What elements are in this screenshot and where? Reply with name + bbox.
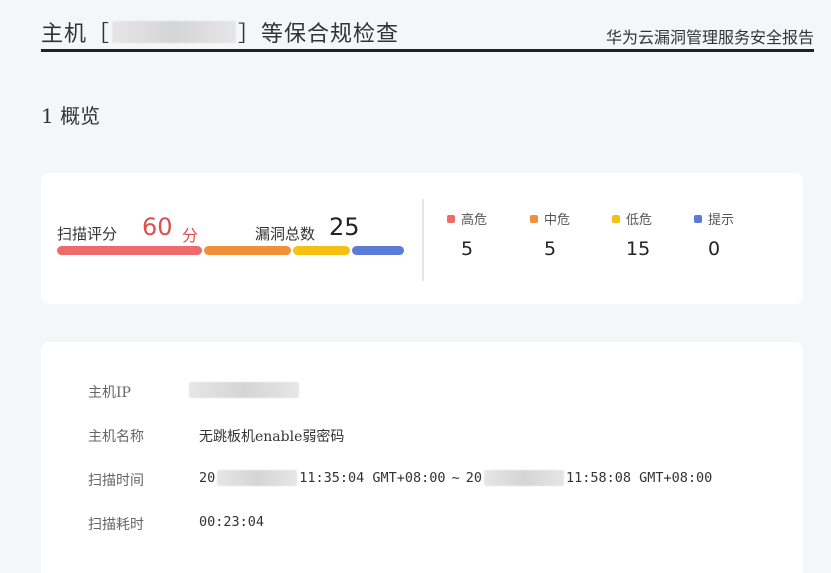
score-unit: 分 xyxy=(182,226,199,245)
level-high-label: 高危 xyxy=(461,213,488,228)
redacted-scan-start-date xyxy=(217,470,298,486)
title-suffix: ］等保合规检查 xyxy=(238,22,400,47)
level-medium: 中危 5 xyxy=(530,209,600,260)
severity-bar-yellow xyxy=(293,246,350,255)
severity-bar-red xyxy=(57,246,202,255)
severity-bar xyxy=(57,246,409,255)
level-info-count: 0 xyxy=(708,238,721,260)
redacted-host-name xyxy=(112,21,237,43)
report-title: 主机［ ］等保合规检查 xyxy=(41,16,399,48)
score-label: 扫描评分 xyxy=(57,225,118,243)
level-high: 高危 5 xyxy=(447,209,517,260)
summary-card: 扫描评分 60 分 漏洞总数 25 高危 5 中危 5 低危 15 提示 0 xyxy=(41,173,803,304)
info-dot-icon xyxy=(694,214,702,223)
host-info-card: 主机IP 主机名称 无跳板机enable弱密码 扫描时间 20 11:35:04… xyxy=(41,342,803,573)
scan-time-label: 扫描时间 xyxy=(88,473,144,489)
scan-duration-label: 扫描耗时 xyxy=(88,517,144,533)
low-dot-icon xyxy=(612,214,620,223)
row-host-ip: 主机IP xyxy=(88,382,788,406)
redacted-host-ip xyxy=(189,382,299,398)
section-heading-overview: 1 概览 xyxy=(41,104,101,128)
level-low: 低危 15 xyxy=(612,209,682,260)
severity-bar-blue xyxy=(352,246,404,255)
report-header: 主机［ ］等保合规检查 华为云漏洞管理服务安全报告 xyxy=(41,0,814,52)
summary-divider xyxy=(422,199,424,281)
level-info: 提示 0 xyxy=(694,209,764,260)
redacted-scan-end-date xyxy=(483,470,564,486)
report-subtitle: 华为云漏洞管理服务安全报告 xyxy=(605,28,814,47)
row-host-name: 主机名称 无跳板机enable弱密码 xyxy=(88,426,788,450)
scan-start-suffix: 11:35:04 GMT+08:00 xyxy=(299,470,446,486)
high-dot-icon xyxy=(447,214,455,223)
level-high-count: 5 xyxy=(461,238,474,260)
total-vuln-value: 25 xyxy=(329,213,360,241)
medium-dot-icon xyxy=(530,214,538,223)
level-info-label: 提示 xyxy=(708,213,735,228)
host-name-label: 主机名称 xyxy=(88,429,144,445)
level-medium-label: 中危 xyxy=(544,213,571,228)
level-medium-count: 5 xyxy=(544,238,557,260)
score-value: 60 xyxy=(142,213,173,241)
scan-end-suffix: 11:58:08 GMT+08:00 xyxy=(565,470,713,486)
level-low-label: 低危 xyxy=(626,213,653,228)
scan-separator: ~ xyxy=(451,470,460,486)
title-prefix: 主机［ xyxy=(41,22,111,47)
level-low-count: 15 xyxy=(626,238,651,260)
host-name-value: 无跳板机enable弱密码 xyxy=(199,429,345,445)
row-scan-time: 扫描时间 20 11:35:04 GMT+08:00 ~ 20 11:58:08… xyxy=(88,470,788,494)
host-ip-label: 主机IP xyxy=(88,385,131,401)
scan-start-prefix: 20 xyxy=(199,470,216,486)
severity-bar-orange xyxy=(204,246,291,255)
scan-time-value: 20 11:35:04 GMT+08:00 ~ 20 11:58:08 GMT+… xyxy=(199,470,712,486)
total-vuln-label: 漏洞总数 xyxy=(255,225,316,243)
scan-end-prefix: 20 xyxy=(465,470,482,486)
scan-duration-value: 00:23:04 xyxy=(199,514,265,530)
row-scan-duration: 扫描耗时 00:23:04 xyxy=(88,514,788,538)
